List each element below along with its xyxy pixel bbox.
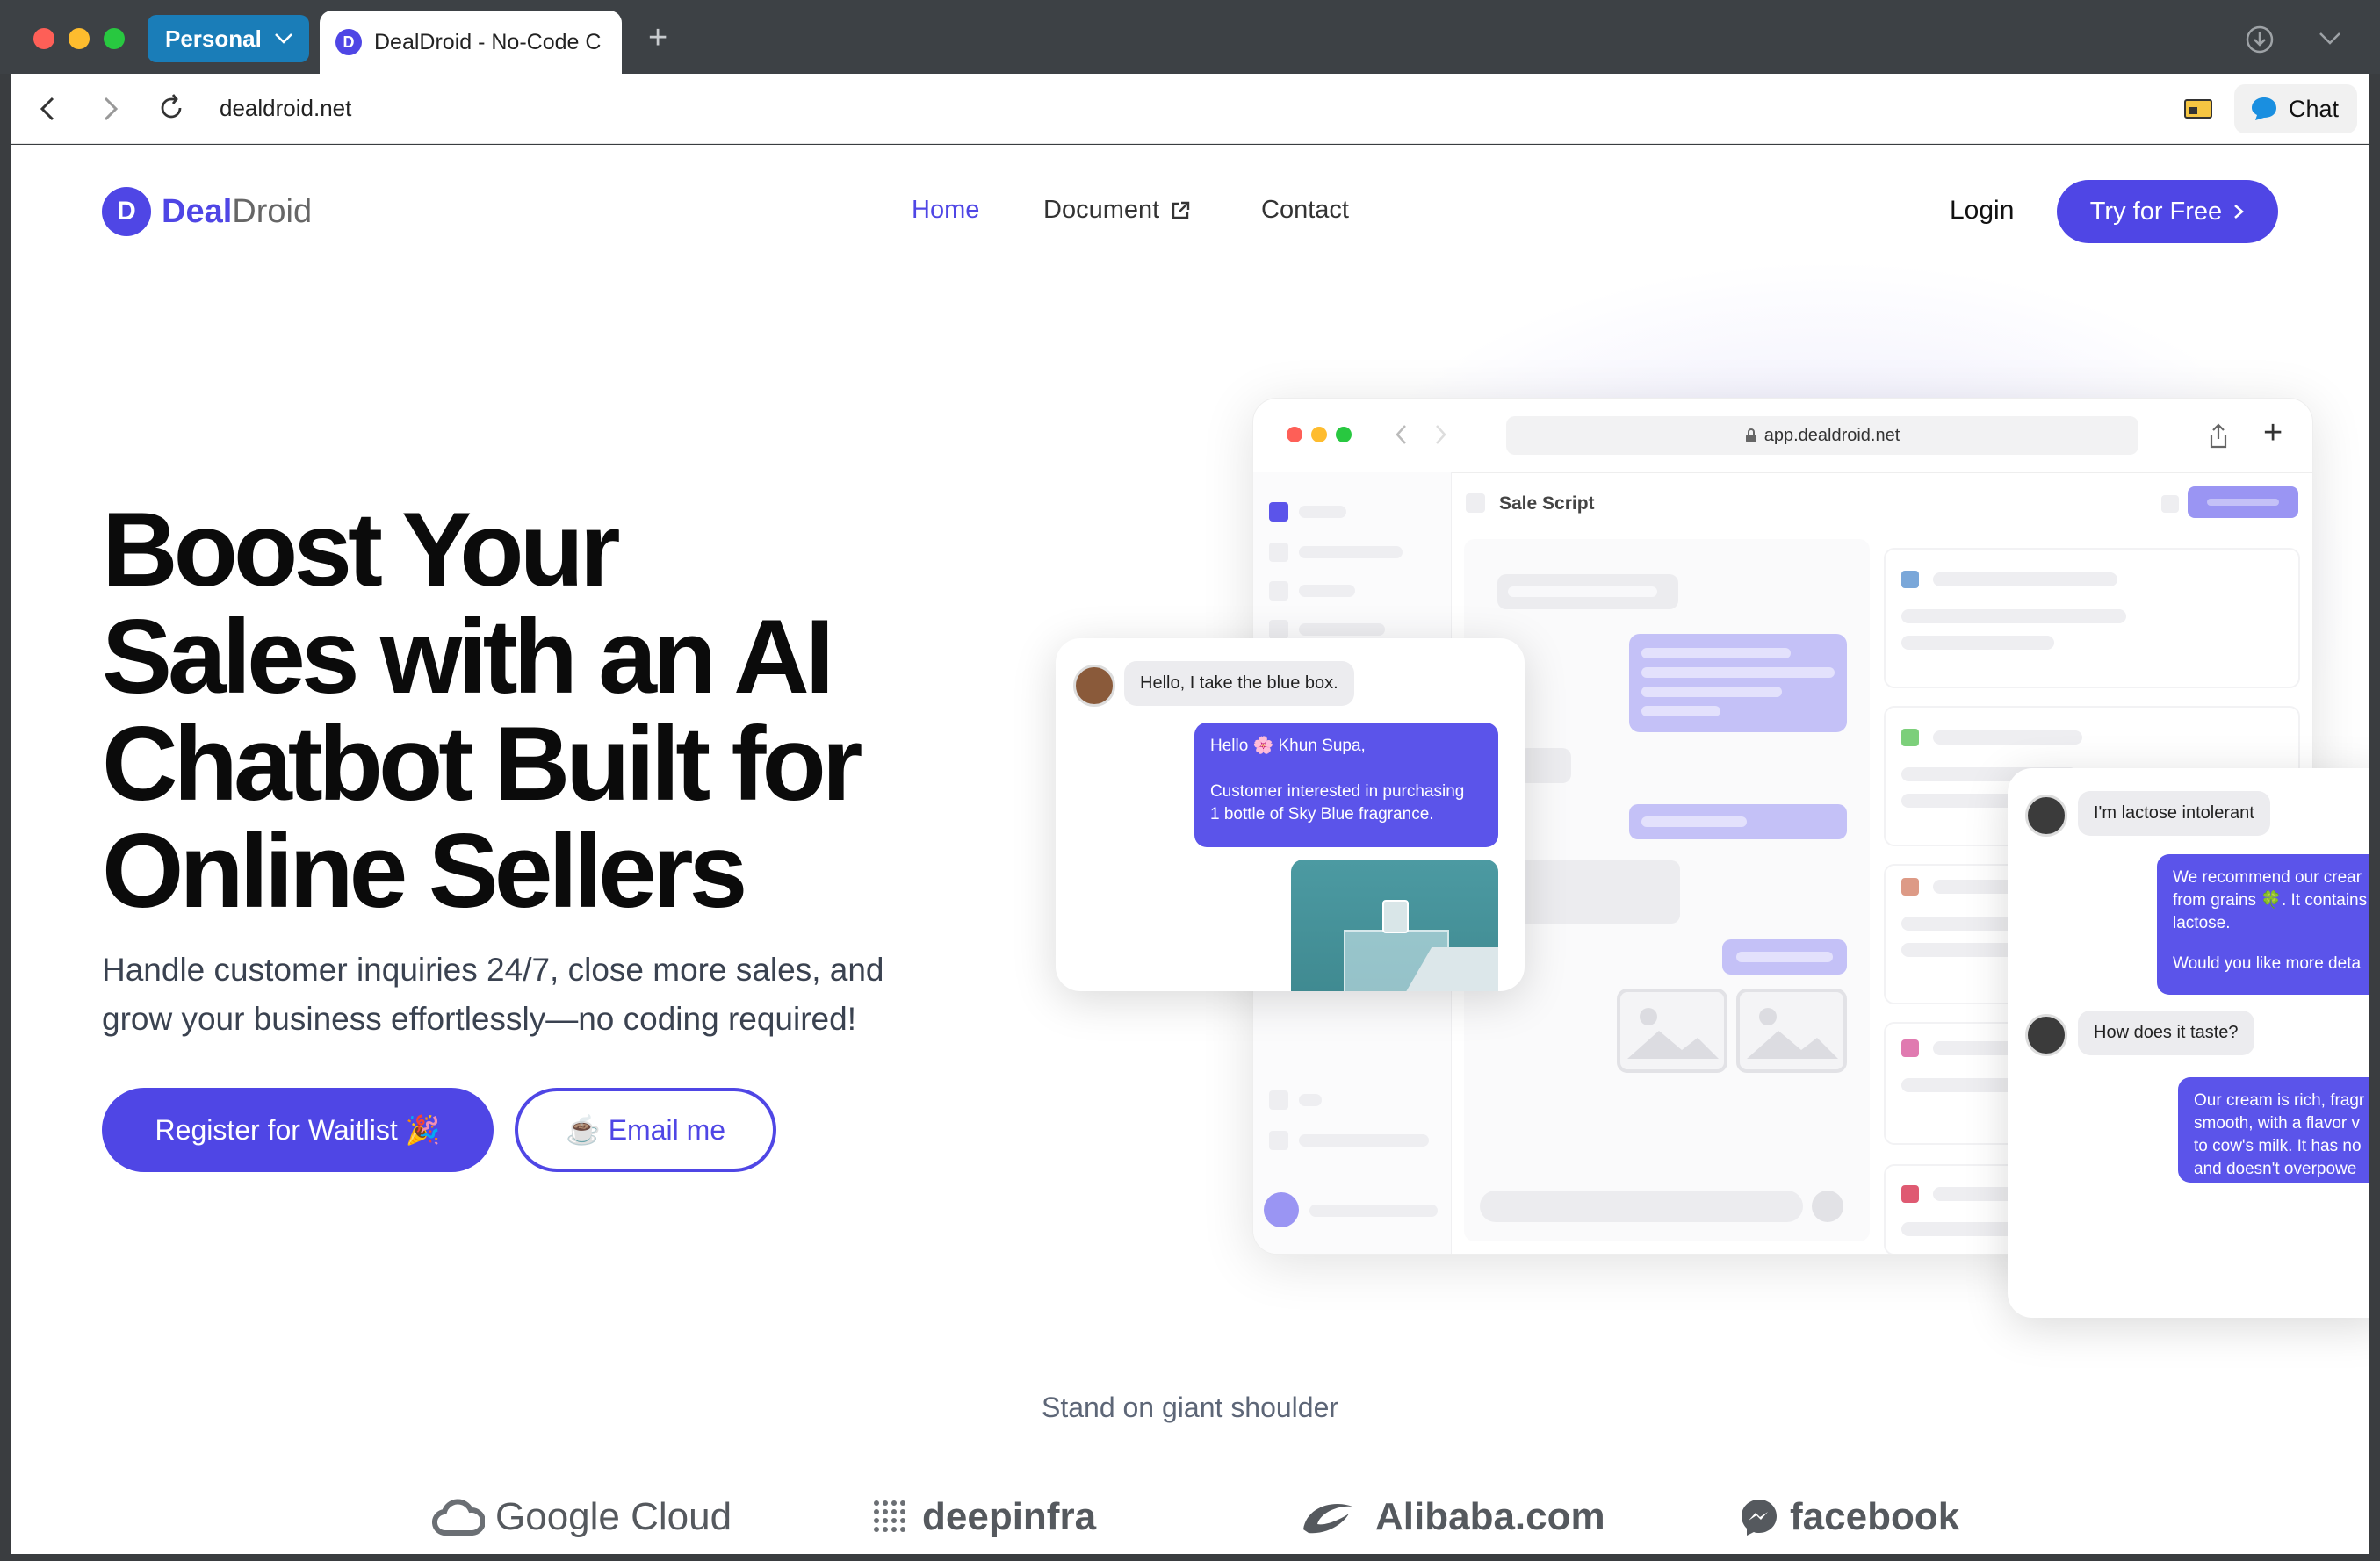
- chat-card-left: Hello, I take the blue box. Hello 🌸 Khun…: [1056, 638, 1525, 991]
- chat-button[interactable]: Chat: [2234, 84, 2357, 133]
- tab-title: DealDroid - No-Code C: [374, 29, 602, 54]
- url-field[interactable]: dealdroid.net: [220, 95, 351, 122]
- hero-headline: Boost Your Sales with an AI Chatbot Buil…: [102, 496, 980, 924]
- external-link-icon: [1172, 201, 1190, 219]
- partner-name: facebook: [1790, 1495, 1960, 1538]
- deepinfra-logo: deepinfra: [869, 1495, 1096, 1539]
- minimize-window-button[interactable]: [69, 28, 90, 49]
- nav-document[interactable]: Document: [1043, 196, 1191, 225]
- bot-message-line: to cow's milk. It has no: [2194, 1137, 2362, 1155]
- try-for-free-button[interactable]: Try for Free: [2057, 180, 2278, 243]
- tab-list-chevron-icon[interactable]: [2319, 32, 2341, 46]
- browser-tab-active[interactable]: D DealDroid - No-Code C: [320, 11, 622, 74]
- nav-contact[interactable]: Contact: [1261, 196, 1349, 225]
- try-for-free-label: Try for Free: [2089, 197, 2223, 226]
- partner-name: Google Cloud: [495, 1495, 732, 1538]
- mockup-url-bar: app.dealdroid.net: [1506, 416, 2138, 455]
- cast-icon[interactable]: [2183, 97, 2213, 121]
- customer-avatar: [2025, 795, 2067, 837]
- bot-message-line: and doesn't overpowe: [2194, 1160, 2357, 1178]
- profile-label: Personal: [165, 25, 262, 52]
- maximize-window-button[interactable]: [104, 28, 125, 49]
- login-link[interactable]: Login: [1950, 196, 2014, 226]
- chat-bubble-icon: [2252, 97, 2276, 120]
- bot-message-line: Our cream is rich, fragr: [2194, 1091, 2365, 1110]
- sale-script-title: Sale Script: [1499, 493, 1595, 514]
- bot-greeting: Hello 🌸 Khun Supa,: [1210, 737, 1366, 755]
- facebook-logo: facebook: [1739, 1495, 1959, 1539]
- webpage: D Deal Droid Home Document Contact Login…: [11, 145, 2369, 1554]
- profile-switcher[interactable]: Personal: [148, 15, 309, 62]
- reload-icon[interactable]: [156, 93, 186, 123]
- bot-message-line: from grains 🍀. It contains: [2173, 891, 2368, 910]
- bot-message-line: lactose.: [2173, 914, 2231, 932]
- site-logo[interactable]: D Deal Droid: [102, 187, 312, 236]
- customer-message: Hello, I take the blue box.: [1124, 661, 1354, 706]
- messenger-icon: [1742, 1500, 1777, 1536]
- bot-message: Hello 🌸 Khun Supa, Customer interested i…: [1194, 723, 1498, 847]
- mockup-forward-icon: [1436, 425, 1446, 444]
- mockup-plus-icon: +: [2263, 414, 2283, 451]
- partners-heading: Stand on giant shoulder: [1041, 1392, 1339, 1423]
- partner-name: deepinfra: [922, 1495, 1097, 1538]
- subtext-line: Handle customer inquiries 24/7, close mo…: [102, 952, 884, 988]
- section-icon: [1466, 493, 1485, 513]
- bot-message-line: We recommend our crear: [2173, 868, 2362, 887]
- new-tab-plus-icon[interactable]: +: [648, 19, 667, 57]
- mockup-traffic-light: [1336, 427, 1352, 442]
- mockup-traffic-light: [1287, 427, 1302, 442]
- brand-primary: Deal: [162, 192, 233, 230]
- mockup-traffic-light: [1311, 427, 1327, 442]
- bot-message-line: Would you like more deta: [2173, 954, 2362, 973]
- customer-message: I'm lactose intolerant: [2078, 791, 2270, 836]
- customer-avatar: [1073, 665, 1115, 707]
- headline-line: Boost Your: [102, 491, 621, 608]
- cloud-icon: [432, 1499, 485, 1536]
- image-placeholder-icon: [1736, 989, 1847, 1073]
- chevron-down-icon: [274, 33, 292, 44]
- dealdroid-favicon-icon: D: [335, 29, 362, 55]
- email-me-button[interactable]: ☕ Email me: [515, 1088, 776, 1172]
- bot-message: Our cream is rich, fragr smooth, with a …: [2178, 1077, 2369, 1183]
- bot-message-line: Customer interested in purchasing: [1210, 782, 1465, 801]
- address-bar: dealdroid.net Chat: [11, 74, 2369, 144]
- chat-card-right: I'm lactose intolerant We recommend our …: [2008, 768, 2369, 1318]
- alibaba-logo: Alibaba.com: [1298, 1495, 1605, 1539]
- bot-message: We recommend our crear from grains 🍀. It…: [2157, 854, 2369, 995]
- share-icon: [2210, 423, 2227, 449]
- register-waitlist-button[interactable]: Register for Waitlist 🎉: [102, 1088, 494, 1172]
- mockup-back-icon: [1396, 425, 1406, 444]
- headline-line: Online Sellers: [102, 812, 747, 930]
- brand-secondary: Droid: [232, 192, 313, 230]
- download-icon[interactable]: [2245, 25, 2275, 54]
- headline-line: Chatbot Built for: [102, 705, 862, 823]
- bot-message-line: 1 bottle of Sky Blue fragrance.: [1210, 805, 1434, 824]
- headline-line: Sales with an AI: [102, 598, 834, 716]
- google-cloud-logo: Google Cloud: [432, 1495, 732, 1539]
- browser-titlebar: Personal D DealDroid - No-Code C +: [0, 0, 2380, 74]
- close-window-button[interactable]: [33, 28, 54, 49]
- subtext-line: grow your business effortlessly—no codin…: [102, 1001, 856, 1037]
- bot-message-line: smooth, with a flavor v: [2194, 1114, 2361, 1133]
- chat-label: Chat: [2289, 95, 2340, 122]
- hero-subtext: Handle customer inquiries 24/7, close mo…: [102, 946, 998, 1044]
- nav-home[interactable]: Home: [912, 196, 979, 225]
- dealdroid-logo-icon: D: [102, 187, 151, 236]
- partner-name: Alibaba.com: [1375, 1495, 1605, 1538]
- customer-message: How does it taste?: [2078, 1011, 2254, 1055]
- image-placeholder-icon: [1617, 989, 1727, 1073]
- alibaba-icon: [1303, 1504, 1352, 1534]
- customer-avatar: [2025, 1014, 2067, 1056]
- dots-grid-icon: [874, 1500, 905, 1532]
- nav-document-label: Document: [1043, 196, 1160, 224]
- chevron-right-icon: [2234, 205, 2245, 219]
- product-photo: [1291, 860, 1498, 991]
- lock-icon: [1745, 428, 1756, 442]
- forward-arrow-icon[interactable]: [100, 95, 121, 123]
- mockup-url: app.dealdroid.net: [1763, 425, 1900, 445]
- back-arrow-icon[interactable]: [37, 95, 58, 123]
